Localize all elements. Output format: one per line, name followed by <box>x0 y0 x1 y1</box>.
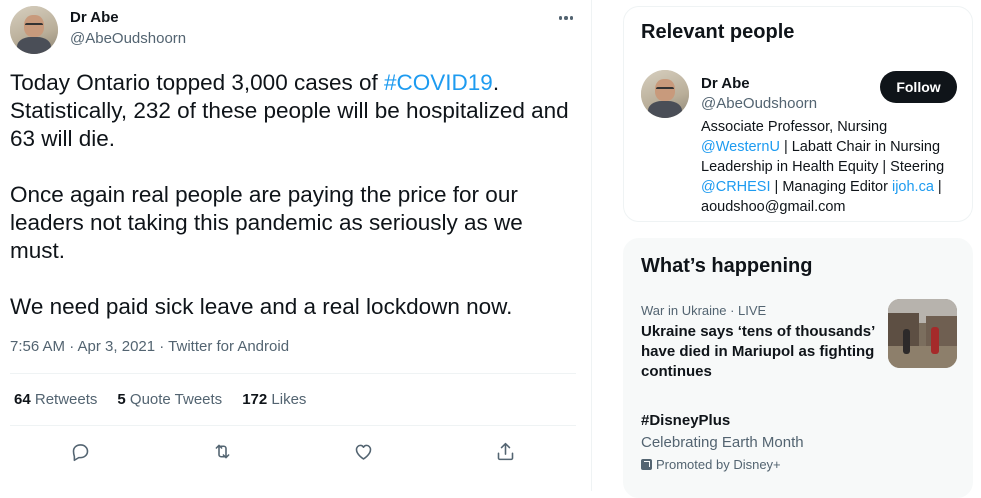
divider <box>10 373 576 374</box>
bio-link-ijoh[interactable]: ijoh.ca <box>892 179 934 195</box>
retweet-button[interactable] <box>203 432 241 470</box>
share-button[interactable] <box>486 432 524 470</box>
divider <box>10 425 576 426</box>
tweet-text-prefix: Today Ontario topped 3,000 cases of <box>10 70 384 95</box>
share-icon <box>497 442 514 460</box>
relevant-person-bio: Associate Professor, Nursing @WesternU |… <box>701 117 959 217</box>
author-avatar[interactable] <box>10 6 58 54</box>
like-button[interactable] <box>345 432 383 470</box>
bio-text: Associate Professor, Nursing <box>701 119 888 135</box>
whats-happening-title: What’s happening <box>641 255 813 277</box>
author-handle[interactable]: @AbeOudshoorn <box>70 30 186 47</box>
likes-stat[interactable]: 172 Likes <box>242 391 306 408</box>
trend-subtitle: Celebrating Earth Month <box>641 434 804 451</box>
reply-button[interactable] <box>62 432 100 470</box>
promoted-label: Promoted by Disney+ <box>641 457 781 472</box>
tweet-text: Today Ontario topped 3,000 cases of #COV… <box>10 69 580 321</box>
bio-link-westernu[interactable]: @WesternU <box>701 139 780 155</box>
retweets-count: 64 <box>14 391 31 408</box>
quote-tweets-stat[interactable]: 5 Quote Tweets <box>117 391 222 408</box>
tweet-detail: Dr Abe @AbeOudshoorn Today Ontario toppe… <box>0 0 592 491</box>
hashtag-link[interactable]: #COVID19 <box>384 70 493 95</box>
relevant-person-handle[interactable]: @AbeOudshoorn <box>701 95 817 112</box>
retweets-stat[interactable]: 64 Retweets <box>14 391 97 408</box>
retweet-icon <box>215 444 230 458</box>
likes-label: Likes <box>271 391 307 408</box>
relevant-people-title: Relevant people <box>641 21 795 43</box>
tweet-timestamp[interactable]: 7:56 AM · Apr 3, 2021 · Twitter for Andr… <box>10 338 289 355</box>
whats-happening-card: What’s happening War in Ukraine · LIVE U… <box>623 238 973 498</box>
author-name[interactable]: Dr Abe <box>70 9 119 26</box>
trend-headline: Ukraine says ‘tens of thousands’ have di… <box>641 323 875 380</box>
like-icon <box>355 444 372 460</box>
quote-tweets-label: Quote Tweets <box>129 391 223 408</box>
tweet-paragraph-2: Once again real people are paying the pr… <box>10 182 523 263</box>
tweet-paragraph-3: We need paid sick leave and a real lockd… <box>10 294 513 319</box>
trend-name: #DisneyPlus <box>641 412 731 429</box>
follow-button[interactable]: Follow <box>880 71 957 103</box>
tweet-actions <box>10 432 576 470</box>
tweet-paragraph-1: Today Ontario topped 3,000 cases of #COV… <box>10 69 580 153</box>
trend-image <box>888 299 957 368</box>
promoted-text: Promoted by Disney+ <box>656 457 781 472</box>
relevant-people-card: Relevant people Dr Abe @AbeOudshoorn Fol… <box>623 6 973 222</box>
relevant-person-avatar[interactable] <box>641 70 689 118</box>
promoted-icon <box>641 459 652 470</box>
relevant-person-name[interactable]: Dr Abe <box>701 75 750 92</box>
bio-text: | Managing Editor <box>770 179 892 195</box>
quote-tweets-count: 5 <box>117 391 126 408</box>
retweets-label: Retweets <box>34 391 98 408</box>
trend-category: War in Ukraine · LIVE <box>641 303 767 318</box>
tweet-stats: 64 Retweets 5 Quote Tweets 172 Likes <box>14 391 306 408</box>
likes-count: 172 <box>242 391 268 408</box>
more-icon[interactable] <box>556 8 576 28</box>
reply-icon <box>72 443 89 461</box>
bio-link-crhesi[interactable]: @CRHESI <box>701 179 771 195</box>
